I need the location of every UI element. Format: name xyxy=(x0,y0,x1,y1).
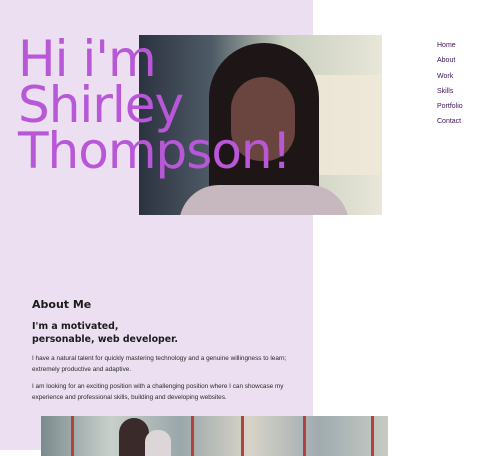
nav-item-portfolio[interactable]: Portfolio xyxy=(437,99,463,114)
photo-window-frame xyxy=(241,416,244,456)
main-nav: Home About Work Skills Portfolio Contact xyxy=(437,38,463,130)
photo-shirt xyxy=(179,185,349,215)
classroom-photo xyxy=(41,416,388,456)
hero-title: Hi i'm Shirley Thompson! xyxy=(18,34,292,180)
nav-item-about[interactable]: About xyxy=(437,53,463,68)
about-paragraph-1: I have a natural talent for quickly mast… xyxy=(32,355,287,373)
photo-window-frame xyxy=(71,416,74,456)
about-subheading: I'm a motivated, personable, web develop… xyxy=(32,321,178,345)
nav-item-work[interactable]: Work xyxy=(437,69,463,84)
photo-window-frame xyxy=(371,416,374,456)
nav-item-home[interactable]: Home xyxy=(437,38,463,53)
photo-window-frame xyxy=(191,416,194,456)
photo-window-frame xyxy=(303,416,306,456)
nav-item-contact[interactable]: Contact xyxy=(437,114,463,129)
about-heading: About Me xyxy=(32,298,92,311)
photo-window xyxy=(314,75,382,175)
nav-item-skills[interactable]: Skills xyxy=(437,84,463,99)
about-paragraph-2: I am looking for an exciting position wi… xyxy=(32,383,284,401)
about-section: About Me I'm a motivated, personable, we… xyxy=(32,298,302,403)
photo-person xyxy=(145,430,171,456)
hero-title-line3: Thompson! xyxy=(18,122,292,180)
